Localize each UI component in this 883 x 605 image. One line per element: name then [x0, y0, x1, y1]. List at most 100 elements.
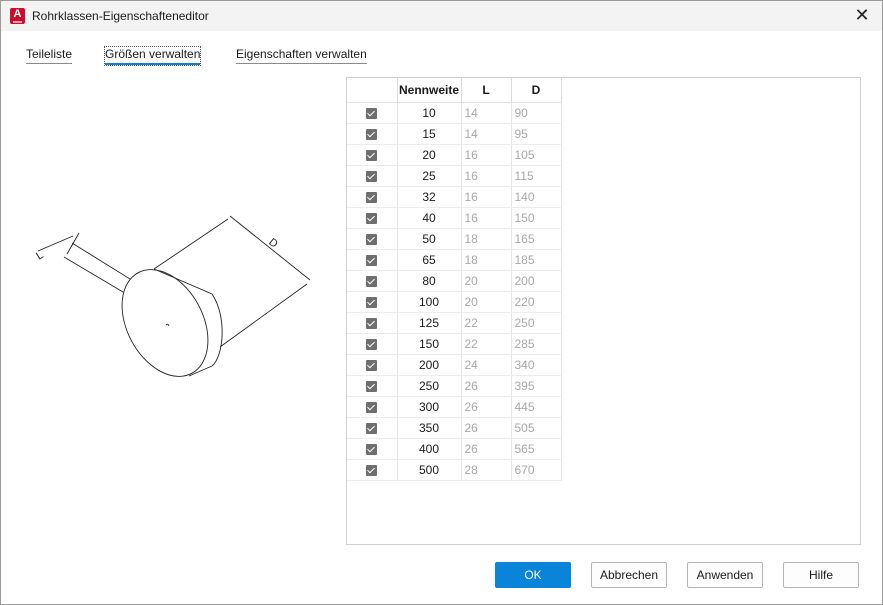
cell-nennweite[interactable]: 400 [397, 438, 462, 460]
table-row[interactable]: 400 26 565 [347, 438, 562, 460]
table-row[interactable]: 300 26 445 [347, 396, 562, 418]
row-checkbox[interactable] [366, 275, 378, 287]
cell-l[interactable]: 22 [461, 312, 512, 334]
row-checkbox[interactable] [366, 107, 378, 119]
cell-d[interactable]: 95 [511, 123, 562, 145]
table-row[interactable]: 125 22 250 [347, 312, 562, 334]
table-row[interactable]: 20 16 105 [347, 144, 562, 166]
cancel-button[interactable]: Abbrechen [591, 562, 667, 588]
table-row[interactable]: 500 28 670 [347, 459, 562, 481]
row-select-cell[interactable] [347, 102, 398, 124]
cell-d[interactable]: 105 [511, 144, 562, 166]
cell-l[interactable]: 24 [461, 354, 512, 376]
row-select-cell[interactable] [347, 354, 398, 376]
table-row[interactable]: 350 26 505 [347, 417, 562, 439]
row-select-cell[interactable] [347, 291, 398, 313]
cell-d[interactable]: 165 [511, 228, 562, 250]
cell-nennweite[interactable]: 10 [397, 102, 462, 124]
cell-l[interactable]: 26 [461, 417, 512, 439]
row-checkbox[interactable] [366, 212, 378, 224]
table-row[interactable]: 15 14 95 [347, 123, 562, 145]
row-checkbox[interactable] [366, 149, 378, 161]
row-checkbox[interactable] [366, 359, 378, 371]
row-checkbox[interactable] [366, 296, 378, 308]
cell-d[interactable]: 505 [511, 417, 562, 439]
cell-nennweite[interactable]: 20 [397, 144, 462, 166]
cell-d[interactable]: 445 [511, 396, 562, 418]
cell-d[interactable]: 220 [511, 291, 562, 313]
row-select-cell[interactable] [347, 438, 398, 460]
cell-d[interactable]: 285 [511, 333, 562, 355]
cell-nennweite[interactable]: 125 [397, 312, 462, 334]
row-checkbox[interactable] [366, 338, 378, 350]
cell-l[interactable]: 20 [461, 291, 512, 313]
cell-l[interactable]: 26 [461, 438, 512, 460]
cell-l[interactable]: 18 [461, 228, 512, 250]
column-header-select[interactable] [347, 78, 398, 103]
apply-button[interactable]: Anwenden [687, 562, 763, 588]
cell-d[interactable]: 115 [511, 165, 562, 187]
cell-d[interactable]: 150 [511, 207, 562, 229]
column-header-d[interactable]: D [511, 78, 562, 103]
row-checkbox[interactable] [366, 254, 378, 266]
table-row[interactable]: 40 16 150 [347, 207, 562, 229]
table-row[interactable]: 150 22 285 [347, 333, 562, 355]
row-select-cell[interactable] [347, 312, 398, 334]
table-row[interactable]: 100 20 220 [347, 291, 562, 313]
cell-l[interactable]: 22 [461, 333, 512, 355]
row-checkbox[interactable] [366, 401, 378, 413]
cell-d[interactable]: 565 [511, 438, 562, 460]
cell-nennweite[interactable]: 80 [397, 270, 462, 292]
cell-d[interactable]: 200 [511, 270, 562, 292]
cell-d[interactable]: 140 [511, 186, 562, 208]
row-select-cell[interactable] [347, 417, 398, 439]
cell-l[interactable]: 14 [461, 123, 512, 145]
cell-nennweite[interactable]: 65 [397, 249, 462, 271]
tab-teileliste[interactable]: Teileliste [26, 47, 73, 64]
close-button[interactable]: ✕ [842, 1, 882, 31]
row-checkbox[interactable] [366, 191, 378, 203]
cell-nennweite[interactable]: 50 [397, 228, 462, 250]
cell-l[interactable]: 16 [461, 165, 512, 187]
row-select-cell[interactable] [347, 333, 398, 355]
cell-l[interactable]: 28 [461, 459, 512, 481]
table-row[interactable]: 32 16 140 [347, 186, 562, 208]
cell-d[interactable]: 395 [511, 375, 562, 397]
cell-nennweite[interactable]: 25 [397, 165, 462, 187]
cell-d[interactable]: 670 [511, 459, 562, 481]
cell-l[interactable]: 20 [461, 270, 512, 292]
cell-l[interactable]: 14 [461, 102, 512, 124]
row-select-cell[interactable] [347, 249, 398, 271]
row-checkbox[interactable] [366, 380, 378, 392]
table-row[interactable]: 200 24 340 [347, 354, 562, 376]
cell-nennweite[interactable]: 100 [397, 291, 462, 313]
table-row[interactable]: 250 26 395 [347, 375, 562, 397]
table-row[interactable]: 10 14 90 [347, 102, 562, 124]
row-checkbox[interactable] [366, 128, 378, 140]
cell-nennweite[interactable]: 300 [397, 396, 462, 418]
cell-nennweite[interactable]: 150 [397, 333, 462, 355]
row-select-cell[interactable] [347, 270, 398, 292]
cell-l[interactable]: 16 [461, 144, 512, 166]
row-checkbox[interactable] [366, 443, 378, 455]
row-select-cell[interactable] [347, 375, 398, 397]
cell-nennweite[interactable]: 32 [397, 186, 462, 208]
cell-nennweite[interactable]: 350 [397, 417, 462, 439]
column-header-l[interactable]: L [461, 78, 512, 103]
row-checkbox[interactable] [366, 464, 378, 476]
row-select-cell[interactable] [347, 396, 398, 418]
row-select-cell[interactable] [347, 186, 398, 208]
table-row[interactable]: 80 20 200 [347, 270, 562, 292]
row-checkbox[interactable] [366, 233, 378, 245]
row-select-cell[interactable] [347, 459, 398, 481]
cell-nennweite[interactable]: 500 [397, 459, 462, 481]
row-select-cell[interactable] [347, 207, 398, 229]
cell-d[interactable]: 185 [511, 249, 562, 271]
tab-eigenschaften-verwalten[interactable]: Eigenschaften verwalten [236, 47, 367, 64]
cell-d[interactable]: 90 [511, 102, 562, 124]
cell-l[interactable]: 26 [461, 396, 512, 418]
tab-groessen-verwalten[interactable]: Größen verwalten [103, 46, 202, 66]
help-button[interactable]: Hilfe [783, 562, 859, 588]
cell-nennweite[interactable]: 200 [397, 354, 462, 376]
cell-l[interactable]: 26 [461, 375, 512, 397]
